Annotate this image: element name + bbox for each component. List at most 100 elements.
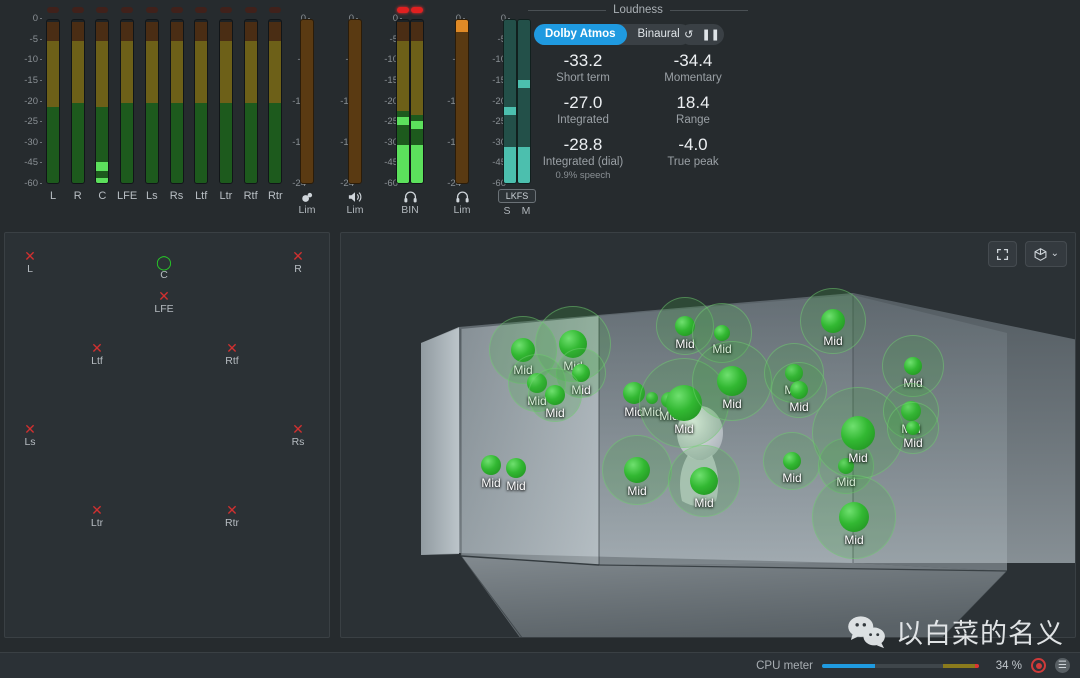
loudness-panel: Loudness Dolby Atmos Binaural ↺ ❚❚ -33.2 S… (528, 0, 748, 218)
loudness-title: Loudness (613, 4, 663, 16)
speaker-label: R (294, 263, 302, 275)
audio-object[interactable] (821, 309, 845, 333)
audio-object[interactable] (783, 452, 801, 470)
audio-object[interactable] (545, 385, 565, 405)
audio-object[interactable] (841, 416, 875, 450)
pause-icon[interactable]: ❚❚ (701, 28, 719, 41)
speaker-ls[interactable]: ✕ Ls (15, 422, 45, 448)
meter-bar (95, 19, 110, 184)
loudness-label: Short term (556, 72, 610, 84)
reset-icon[interactable]: ↺ (684, 28, 693, 41)
clip-indicator[interactable] (121, 7, 134, 13)
speaker-l[interactable]: ✕ L (15, 249, 45, 275)
speaker-label: LFE (154, 303, 174, 315)
speaker-label: Rtf (225, 355, 239, 367)
loudness-label: True peak (667, 156, 719, 168)
speaker-muted-icon: ✕ (91, 502, 103, 518)
scale-tick: -60 (4, 179, 42, 188)
speaker-label: Ls (24, 436, 36, 448)
speaker-muted-icon: ✕ (158, 288, 170, 304)
binaural-bar-right (410, 19, 424, 184)
binaural-scale: 0 -5 -10 -15 -20 -25 -30 -45 -60 (364, 0, 402, 218)
meter-segment (145, 40, 158, 103)
meter-hold-segment (397, 116, 409, 125)
speaker-muted-icon: ✕ (226, 502, 238, 518)
meter-segment (121, 40, 134, 103)
meter-segment (96, 106, 109, 183)
loudness-value: -34.4 (673, 51, 713, 70)
audio-object-label: Mid (844, 533, 864, 547)
audio-object[interactable] (904, 357, 922, 375)
cpu-meter-bar (822, 663, 979, 668)
scale-tick: -60 (472, 179, 510, 188)
audio-object[interactable] (624, 457, 650, 483)
cpu-meter-warn-zone (943, 663, 975, 668)
audio-object-label: Mid (674, 422, 694, 436)
speaker-lfe[interactable]: ✕ LFE (149, 289, 179, 315)
loudness-mode-toggle[interactable]: Dolby Atmos Binaural (534, 24, 691, 45)
binaural-clip-right[interactable] (411, 7, 423, 13)
binaural-clip-left[interactable] (397, 7, 409, 13)
scale-tick: -15 (4, 76, 42, 85)
clip-indicator[interactable] (219, 7, 232, 13)
view-mode-button[interactable]: ⌄ (1024, 241, 1067, 267)
audio-object[interactable] (714, 325, 730, 341)
loudness-value: -28.8 (563, 135, 603, 154)
limiter-bar (455, 19, 469, 184)
audio-object[interactable] (906, 421, 920, 435)
speaker-layout-panel: ✕ L ◯ C ✕ R ✕ LFE ✕ Ltf ✕ Rtf ✕ Ls ✕ Rs ✕ Ltr ✕ Rtr (4, 232, 330, 638)
meter-segment (170, 40, 183, 103)
clip-indicator[interactable] (71, 7, 84, 13)
lkfs-scale: 0 -5 -10 -15 -20 -25 -30 -45 -60 (472, 0, 510, 218)
audio-object[interactable] (481, 455, 501, 475)
scale-tick: -10 (364, 55, 402, 65)
meter-segment (411, 40, 423, 115)
audio-object[interactable] (790, 381, 808, 399)
scale-tick: -25 (472, 117, 510, 126)
audio-object[interactable] (690, 467, 718, 495)
speaker-r[interactable]: ✕ R (283, 249, 313, 275)
audio-object-label: Mid (545, 406, 565, 420)
fullscreen-icon (996, 248, 1008, 260)
speaker-label: Ltr (90, 517, 104, 529)
clip-indicator[interactable] (195, 7, 208, 13)
dolby-atmos-renderer-window: 0 -5 -10 -15 -20 -25 -30 -45 -60 L R C LFE Ls Rs Ltf Ltr… (0, 0, 1080, 678)
speaker-rs[interactable]: ✕ Rs (283, 422, 313, 448)
loudness-readouts: -33.2 Short term -34.4 Momentary -27.0 Integr… (528, 50, 748, 182)
speaker-label: Rs (291, 436, 305, 448)
clip-indicator[interactable] (244, 7, 257, 13)
clip-indicator[interactable] (47, 7, 59, 13)
menu-icon[interactable]: ☰ (1055, 658, 1070, 673)
speaker-muted-icon: ✕ (24, 421, 36, 437)
scale-tick: -25 (4, 117, 42, 126)
audio-object[interactable] (717, 366, 747, 396)
meter-segment (397, 22, 409, 41)
speaker-rtr[interactable]: ✕ Rtr (217, 503, 247, 529)
loudness-label: Momentary (664, 72, 722, 84)
limiter-bar (348, 19, 362, 184)
speaker-ltr[interactable]: ✕ Ltr (82, 503, 112, 529)
speaker-label: Rtr (225, 517, 239, 529)
loudness-mode-dolby-atmos[interactable]: Dolby Atmos (534, 24, 627, 45)
scale-tick: -5 (364, 34, 402, 44)
room-3d-panel[interactable]: Mid Mid Mid Mid Mid Mid Mid Mid Mid Mid Mid Mid Mid M… (340, 232, 1076, 638)
loudness-sublabel: 0.9% speech (555, 170, 611, 181)
audio-object[interactable] (839, 502, 869, 532)
room-stage[interactable]: Mid Mid Mid Mid Mid Mid Mid Mid Mid Mid Mid Mid Mid M… (341, 233, 1075, 637)
clip-indicator[interactable] (96, 7, 109, 13)
clip-indicator[interactable] (145, 7, 158, 13)
record-icon[interactable] (1031, 658, 1046, 673)
speaker-c[interactable]: ◯ C (149, 255, 179, 281)
audio-object[interactable] (506, 458, 526, 478)
room-toolbar: ⌄ (987, 241, 1067, 267)
scale-tick: -20 (472, 96, 510, 106)
speaker-ltf[interactable]: ✕ Ltf (82, 341, 112, 367)
scale-tick: -10 (472, 55, 510, 65)
audio-object-label: Mid (481, 476, 501, 490)
audio-object-label: Mid (823, 334, 843, 348)
fullscreen-button[interactable] (987, 241, 1017, 267)
speaker-rtf[interactable]: ✕ Rtf (217, 341, 247, 367)
clip-indicator[interactable] (170, 7, 183, 13)
speaker-muted-icon: ✕ (292, 421, 304, 437)
watermark-text: 以白菜的名义 (896, 619, 1064, 649)
